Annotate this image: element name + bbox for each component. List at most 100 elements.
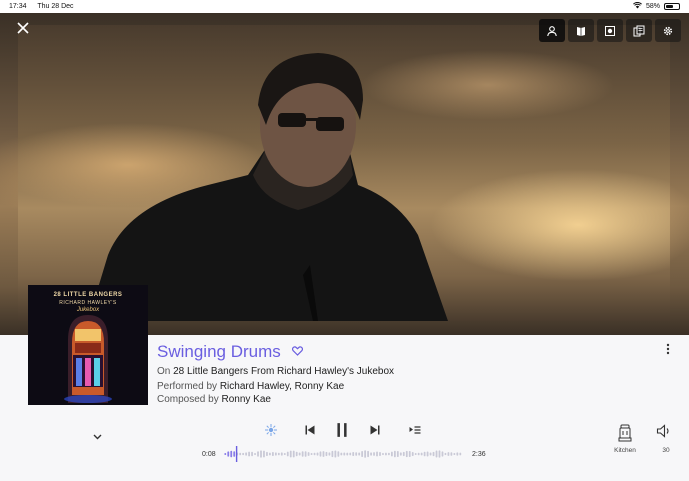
waveform-bar xyxy=(441,451,444,457)
waveform-bar xyxy=(367,450,369,458)
album-link[interactable]: 28 Little Bangers From Richard Hawley's … xyxy=(173,366,394,377)
waveform-bar xyxy=(331,450,334,458)
waveform-bar xyxy=(450,452,453,456)
waveform-bar xyxy=(426,451,429,457)
battery-fill xyxy=(666,5,673,8)
composers-link[interactable]: Ronny Kae xyxy=(221,394,270,405)
waveform-bar xyxy=(456,452,459,456)
waveform-bar xyxy=(307,452,310,456)
performers-prefix: Performed by xyxy=(157,381,218,392)
heart-icon xyxy=(291,346,304,356)
radio-button[interactable] xyxy=(261,421,281,439)
wifi-icon xyxy=(633,2,642,11)
elapsed-time: 0:08 xyxy=(202,451,216,458)
waveform-bar xyxy=(405,450,408,458)
waveform-bar xyxy=(352,451,355,457)
volume-level: 30 xyxy=(662,447,670,454)
person-icon xyxy=(547,25,557,36)
artist-silhouette xyxy=(88,53,448,321)
waveform-bar xyxy=(379,452,381,456)
waveform-bar xyxy=(274,452,277,456)
waveform-bar xyxy=(459,452,462,456)
waveform-bar xyxy=(224,453,227,455)
waveform-bar xyxy=(257,451,259,457)
queue-icon xyxy=(409,426,421,434)
performers-link[interactable]: Richard Hawley, Ronny Kae xyxy=(220,381,344,392)
album-tool[interactable] xyxy=(597,19,623,42)
status-date: Thu 28 Dec xyxy=(37,3,74,10)
album-art[interactable]: 28 LITTLE BANGERS RICHARD HAWLEY'S Jukeb… xyxy=(28,285,148,405)
waveform-bar xyxy=(322,451,325,457)
waveform-bar xyxy=(242,452,245,456)
status-time: 17:34 xyxy=(9,3,27,10)
waveform-bar xyxy=(301,451,304,457)
chevron-down-icon xyxy=(93,434,102,440)
waveform-bar xyxy=(239,452,242,456)
settings-tool[interactable] xyxy=(655,19,681,42)
waveform-bar xyxy=(334,450,337,458)
waveform-bar xyxy=(414,452,417,456)
waveform-bar xyxy=(393,450,396,458)
waveform-bar xyxy=(370,452,372,456)
waveform-bar xyxy=(245,452,247,456)
progress-waveform[interactable] xyxy=(224,446,462,462)
waveform-bar xyxy=(399,452,402,456)
waveform-bar xyxy=(382,452,384,456)
battery-icon xyxy=(664,3,680,10)
waveform-bar xyxy=(289,450,292,458)
info-tool[interactable] xyxy=(568,19,594,42)
composers-line: Composed by Ronny Kae xyxy=(157,394,271,405)
waveform-bar xyxy=(310,452,313,456)
waveform-bar xyxy=(248,451,250,457)
album-art-subtitle: RICHARD HAWLEY'S xyxy=(59,300,117,306)
volume-button[interactable] xyxy=(656,424,676,442)
more-vertical-icon xyxy=(666,343,670,355)
waveform-bar xyxy=(385,452,387,456)
album-art-title: 28 LITTLE BANGERS xyxy=(53,292,123,298)
collapse-button[interactable] xyxy=(93,432,102,443)
waveform-bar xyxy=(402,451,405,457)
waveform-bar xyxy=(340,452,343,456)
album-line: On 28 Little Bangers From Richard Hawley… xyxy=(157,366,394,377)
waveform-bar xyxy=(292,450,295,458)
pause-button[interactable] xyxy=(332,421,352,439)
close-button[interactable] xyxy=(14,20,32,38)
status-bar: 17:34 Thu 28 Dec 58% xyxy=(0,0,689,13)
playhead[interactable] xyxy=(235,446,238,462)
queue-button[interactable] xyxy=(405,421,425,439)
skip-forward-icon xyxy=(370,425,380,435)
waveform-bar xyxy=(423,451,426,457)
album-prefix: On xyxy=(157,366,171,377)
waveform-bar xyxy=(328,452,331,456)
waveform-bar xyxy=(349,452,352,456)
waveform-bar xyxy=(373,452,375,456)
track-title[interactable]: Swinging Drums xyxy=(157,342,281,362)
artist-tool[interactable] xyxy=(539,19,565,42)
close-icon xyxy=(17,22,29,34)
waveform-bar xyxy=(325,451,328,457)
waveform-bar xyxy=(438,450,441,458)
book-icon xyxy=(577,26,585,36)
waveform-bar xyxy=(298,452,301,456)
lyrics-tool[interactable] xyxy=(626,19,652,42)
more-options-button[interactable] xyxy=(663,343,673,357)
waveform-bar xyxy=(420,452,423,456)
artist-photo xyxy=(18,25,670,321)
waveform-bar xyxy=(319,451,322,457)
previous-button[interactable] xyxy=(300,421,320,439)
waveform-bar xyxy=(227,451,230,457)
waveform-bar xyxy=(358,452,361,456)
waveform-bar xyxy=(391,451,393,457)
favorite-button[interactable] xyxy=(291,345,304,359)
waveform-bar xyxy=(283,453,286,456)
waveform-bar xyxy=(343,452,346,456)
waveform-bar xyxy=(295,451,298,457)
credits-icon xyxy=(633,25,645,36)
waveform-bar xyxy=(355,452,358,456)
pause-icon xyxy=(337,423,347,437)
waveform-bar xyxy=(313,452,316,456)
waveform-bar xyxy=(251,451,253,457)
next-button[interactable] xyxy=(365,421,385,439)
waveform-bar xyxy=(396,450,399,458)
waveform-bar xyxy=(269,452,271,456)
